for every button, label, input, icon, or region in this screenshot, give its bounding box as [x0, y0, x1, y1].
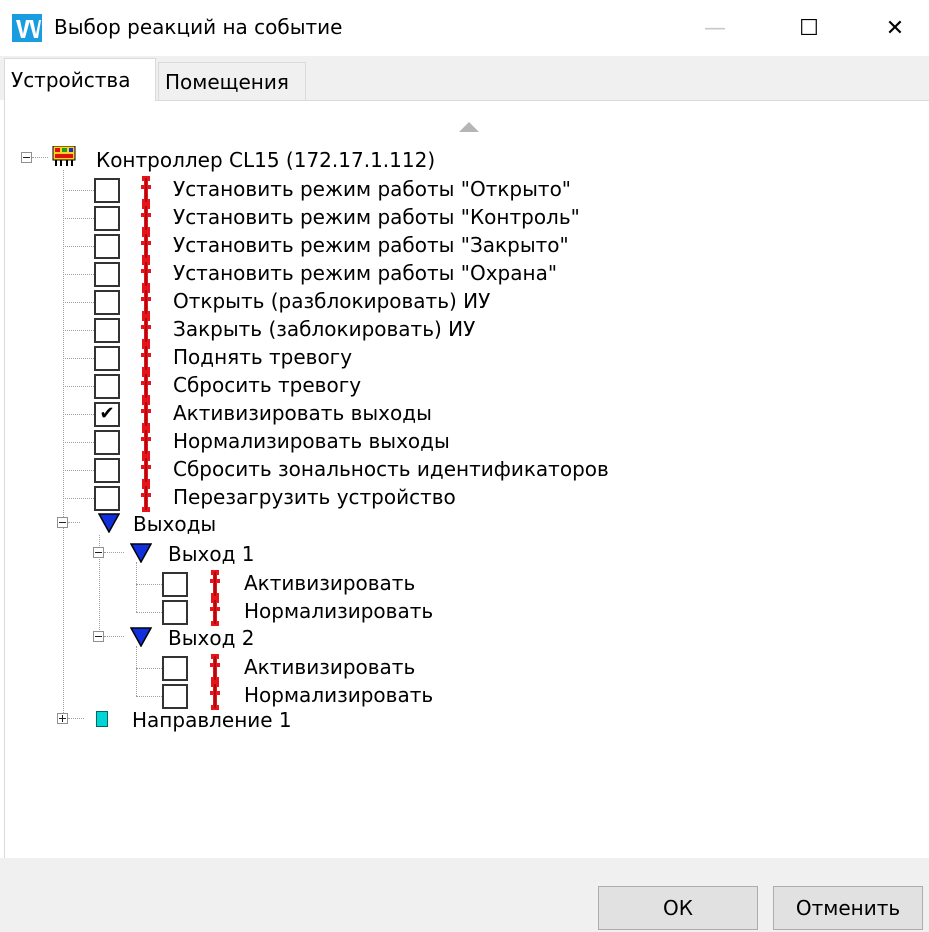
- action-icon: [210, 570, 220, 598]
- tree-connector: [136, 696, 162, 697]
- action-checkbox[interactable]: [94, 486, 120, 511]
- action-label[interactable]: Установить режим работы "Открыто": [173, 176, 571, 202]
- output-triangle-icon: [98, 513, 120, 533]
- output-triangle-icon: [130, 543, 152, 563]
- tree-connector: [63, 330, 94, 331]
- output-label[interactable]: Выход 1: [168, 541, 255, 567]
- direction-icon: [96, 711, 108, 727]
- expand-toggle[interactable]: [57, 713, 68, 724]
- action-checkbox[interactable]: [94, 234, 120, 259]
- close-button[interactable]: ✕: [860, 0, 929, 56]
- action-icon: [210, 682, 220, 710]
- tree-connector: [63, 190, 94, 191]
- action-label[interactable]: Установить режим работы "Контроль": [173, 204, 580, 230]
- action-label[interactable]: Закрыть (заблокировать) ИУ: [173, 316, 475, 342]
- action-checkbox[interactable]: [94, 346, 120, 371]
- minimize-button[interactable]: —: [680, 0, 750, 56]
- action-icon: [141, 428, 151, 456]
- tree-connector: [104, 636, 124, 637]
- action-checkbox[interactable]: ✔: [94, 402, 120, 427]
- output-label[interactable]: Выход 2: [168, 625, 255, 651]
- action-icon: [141, 204, 151, 232]
- action-icon: [141, 288, 151, 316]
- tree-connector: [63, 442, 94, 443]
- action-checkbox[interactable]: [94, 290, 120, 315]
- action-checkbox[interactable]: [162, 600, 188, 625]
- ok-button[interactable]: ОК: [598, 886, 758, 930]
- tree-connector: [32, 157, 48, 158]
- action-icon: [141, 260, 151, 288]
- action-checkbox[interactable]: [94, 374, 120, 399]
- tree-connector: [68, 522, 80, 523]
- tree-connector: [63, 498, 94, 499]
- tree-connector: [63, 358, 94, 359]
- action-label[interactable]: Сбросить тревогу: [173, 372, 361, 398]
- action-checkbox[interactable]: [94, 206, 120, 231]
- maximize-button[interactable]: ☐: [774, 0, 844, 56]
- app-logo-icon: [12, 14, 42, 42]
- action-icon: [141, 456, 151, 484]
- action-checkbox[interactable]: [94, 430, 120, 455]
- tree-connector: [63, 414, 94, 415]
- action-checkbox[interactable]: [94, 178, 120, 203]
- action-label[interactable]: Активизировать выходы: [173, 400, 432, 426]
- tree-connector: [136, 584, 162, 585]
- action-icon: [141, 344, 151, 372]
- action-label[interactable]: Нормализировать выходы: [173, 428, 450, 454]
- collapse-toggle[interactable]: [57, 517, 68, 528]
- collapse-toggle[interactable]: [93, 547, 104, 558]
- tree-connector: [63, 302, 94, 303]
- tab-rooms[interactable]: Помещения: [158, 62, 306, 100]
- action-label[interactable]: Перезагрузить устройство: [173, 484, 456, 510]
- action-checkbox[interactable]: [162, 572, 188, 597]
- action-label[interactable]: Установить режим работы "Закрыто": [173, 232, 569, 258]
- action-icon: [141, 400, 151, 428]
- action-checkbox[interactable]: [162, 684, 188, 709]
- tab-devices[interactable]: Устройства: [4, 58, 156, 101]
- action-icon: [141, 372, 151, 400]
- action-checkbox[interactable]: [94, 262, 120, 287]
- title-bar: Выбор реакций на событие — ☐ ✕: [0, 0, 929, 56]
- collapse-toggle[interactable]: [21, 152, 32, 163]
- tree-connector: [63, 274, 94, 275]
- action-icon: [141, 316, 151, 344]
- cancel-button[interactable]: Отменить: [773, 886, 923, 930]
- window-title: Выбор реакций на событие: [54, 15, 343, 39]
- controller-icon: [52, 146, 76, 166]
- output-action-label[interactable]: Активизировать: [244, 654, 415, 680]
- output-action-label[interactable]: Нормализировать: [244, 682, 433, 708]
- controller-label[interactable]: Контроллер CL15 (172.17.1.112): [96, 147, 435, 173]
- action-label[interactable]: Открыть (разблокировать) ИУ: [173, 288, 490, 314]
- collapse-toggle[interactable]: [93, 631, 104, 642]
- tree-connector: [63, 218, 94, 219]
- action-label[interactable]: Сбросить зональность идентификаторов: [173, 456, 609, 482]
- tree-connector: [136, 612, 162, 613]
- output-action-label[interactable]: Нормализировать: [244, 598, 433, 624]
- action-icon: [210, 654, 220, 682]
- tree-connector: [63, 386, 94, 387]
- tree-connector: [63, 470, 94, 471]
- action-icon: [141, 484, 151, 512]
- tree-connector: [63, 246, 94, 247]
- scroll-up-arrow-icon[interactable]: [459, 122, 479, 132]
- output-triangle-icon: [130, 627, 152, 647]
- tree-connector: [136, 646, 137, 696]
- tree-connector: [136, 562, 137, 612]
- action-checkbox[interactable]: [94, 318, 120, 343]
- direction-label[interactable]: Направление 1: [132, 707, 292, 733]
- action-icon: [141, 232, 151, 260]
- action-checkbox[interactable]: [94, 458, 120, 483]
- action-icon: [141, 176, 151, 204]
- tree-connector: [136, 668, 162, 669]
- tree-connector: [63, 170, 64, 723]
- outputs-label[interactable]: Выходы: [133, 511, 216, 537]
- tree-connector: [104, 552, 124, 553]
- action-label[interactable]: Установить режим работы "Охрана": [173, 260, 557, 286]
- tree-connector: [68, 718, 84, 719]
- action-label[interactable]: Поднять тревогу: [173, 344, 352, 370]
- action-icon: [210, 598, 220, 626]
- output-action-label[interactable]: Активизировать: [244, 570, 415, 596]
- action-checkbox[interactable]: [162, 656, 188, 681]
